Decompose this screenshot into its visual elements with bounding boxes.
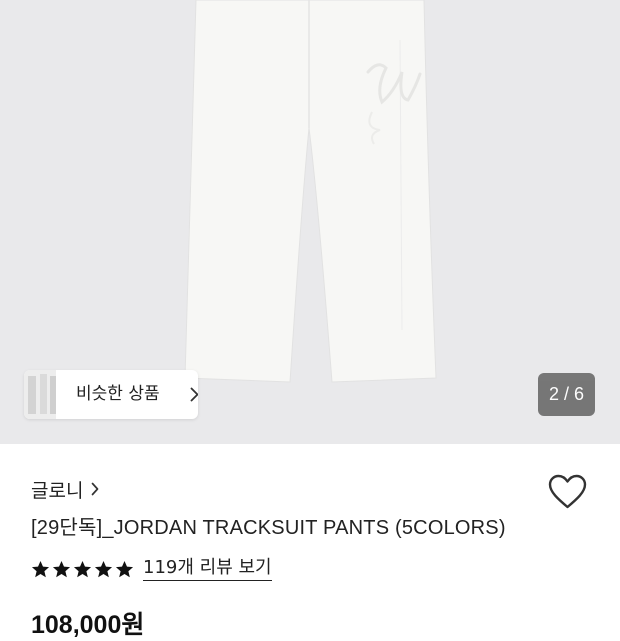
- chevron-right-icon: [190, 387, 198, 402]
- image-counter: 2 / 6: [538, 373, 595, 416]
- star-icon: [73, 560, 92, 577]
- brand-link[interactable]: 글로니: [31, 476, 99, 502]
- product-image-gallery[interactable]: 비슷한 상품 2 / 6: [0, 0, 620, 444]
- brand-name: 글로니: [31, 479, 84, 502]
- star-icon: [115, 560, 134, 577]
- star-icon: [52, 560, 71, 577]
- star-icon: [94, 560, 113, 577]
- similar-product-thumbnail: [24, 370, 56, 419]
- rating-stars: [31, 560, 134, 579]
- star-icon: [31, 560, 50, 577]
- product-title: [29단독]_JORDAN TRACKSUIT PANTS (5COLORS): [31, 517, 506, 539]
- similar-products-label: 비슷한 상품: [76, 384, 160, 404]
- rating-row: 119개 리뷰 보기: [31, 556, 272, 582]
- similar-products-button[interactable]: 비슷한 상품: [24, 370, 198, 419]
- product-price: 108,000원: [31, 611, 145, 639]
- review-link[interactable]: 119개 리뷰 보기: [143, 557, 272, 581]
- heart-icon[interactable]: [548, 474, 587, 510]
- chevron-right-icon: [92, 482, 99, 496]
